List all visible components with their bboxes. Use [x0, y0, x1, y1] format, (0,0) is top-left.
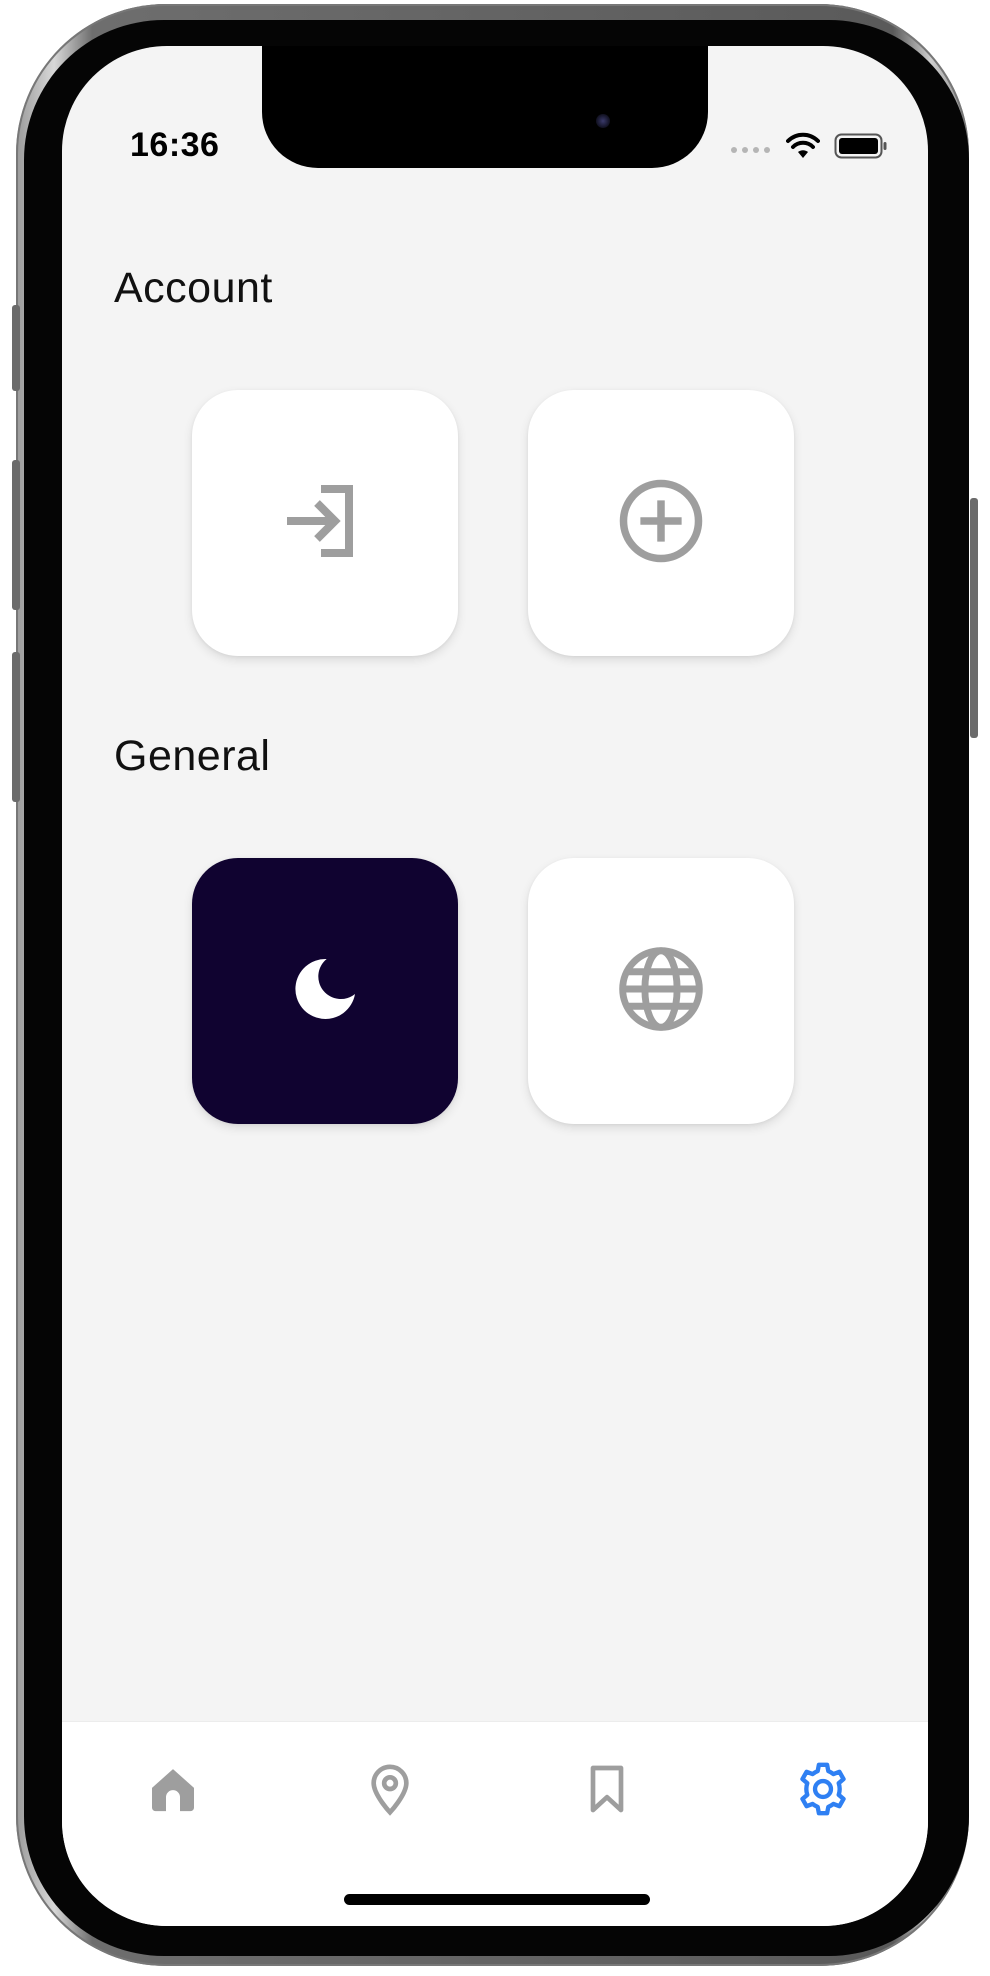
cellular-signal-icon [730, 139, 772, 158]
globe-icon [615, 943, 707, 1039]
volume-up-button [12, 460, 20, 610]
home-icon [145, 1761, 201, 1821]
power-button [970, 498, 978, 738]
tab-home[interactable] [138, 1756, 208, 1826]
wifi-icon [786, 132, 820, 164]
tab-bookmarks[interactable] [572, 1756, 642, 1826]
mute-switch [12, 305, 20, 391]
add-account-tile[interactable] [528, 390, 794, 656]
bookmark-icon [579, 1761, 635, 1821]
add-circle-icon [616, 476, 706, 570]
volume-down-button [12, 652, 20, 802]
tab-location[interactable] [355, 1756, 425, 1826]
status-time: 16:36 [130, 126, 220, 164]
battery-icon [834, 133, 888, 163]
home-indicator [344, 1894, 650, 1905]
dark-mode-tile[interactable] [192, 858, 458, 1124]
section-title-account: Account [114, 264, 273, 312]
front-camera [596, 114, 610, 128]
login-icon [277, 473, 373, 573]
tab-settings[interactable] [788, 1756, 858, 1826]
status-indicators [730, 132, 888, 164]
login-tile[interactable] [192, 390, 458, 656]
gear-icon [794, 1760, 852, 1822]
location-pin-icon [362, 1761, 418, 1821]
section-title-general: General [114, 732, 271, 780]
language-tile[interactable] [528, 858, 794, 1124]
notch [262, 46, 708, 168]
app-screen: 16:36 Account General [62, 46, 928, 1926]
moon-icon [285, 949, 365, 1033]
